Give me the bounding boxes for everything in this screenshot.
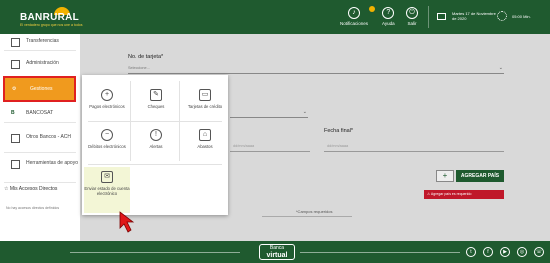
notification-badge — [369, 6, 375, 12]
facebook-icon[interactable]: f — [483, 247, 493, 257]
help-label: Ayuda — [382, 21, 395, 26]
chevron-down-icon: ⌄ — [302, 109, 307, 115]
fecha-final-label: Fecha final* — [324, 128, 354, 134]
accesos-directos-title[interactable]: ☆ Mis Accesos Directos — [4, 186, 57, 192]
menu-item-debitos-electronicos[interactable]: − Débitos electrónicos — [84, 129, 130, 149]
sidebar-item-administracion[interactable]: Administración — [0, 56, 80, 76]
menu-item-cheques[interactable]: ✎ Cheques — [133, 89, 179, 109]
divider — [88, 121, 222, 122]
instagram-icon[interactable]: ◎ — [517, 247, 527, 257]
accesos-label: Mis Accesos Directos — [9, 186, 58, 192]
session-timer: 05:00 Min. — [512, 14, 531, 19]
sidebar-item-label: Transferencias — [26, 38, 59, 44]
whatsapp-icon[interactable]: ☏ — [534, 247, 544, 257]
menu-item-label: Abastos — [197, 144, 213, 149]
header-divider — [428, 6, 429, 28]
brand-name: BANRURAL — [20, 12, 80, 23]
session-timer-icon — [497, 11, 507, 21]
menu-item-label: Alertas — [149, 144, 163, 149]
fecha-final-input[interactable]: dd/mm/aaaa — [324, 142, 504, 152]
divider — [300, 252, 460, 253]
youtube-icon[interactable]: ▶ — [500, 247, 510, 257]
coin-minus-icon: − — [101, 129, 113, 141]
virtual-main: virtual — [266, 252, 288, 259]
menu-item-pagos-electronicos[interactable]: + Pagos electrónicos — [84, 89, 130, 109]
menu-item-tarjetas-credito[interactable]: ▭ Tarjetas de crédito — [182, 89, 228, 109]
type-select[interactable]: ⌄ — [230, 108, 308, 118]
gestiones-icon: ⚙ — [12, 86, 17, 92]
tools-icon — [11, 160, 20, 169]
credit-card-icon: ▭ — [199, 89, 211, 101]
sidebar-item-label: Otros Bancos - ACH — [26, 134, 72, 140]
bell-icon: ♪ — [348, 6, 375, 19]
chevron-down-icon: ⌄ — [498, 65, 503, 71]
divider — [4, 152, 76, 153]
question-icon: ? — [382, 7, 395, 19]
add-country-button[interactable]: AGREGAR PAÍS — [456, 170, 504, 182]
logout-label: Salir — [407, 21, 417, 26]
banrural-logo[interactable]: BANRURAL El verdadero grupo que nos une … — [6, 6, 82, 30]
divider — [4, 182, 76, 183]
sidebar-item-otros-bancos[interactable]: Otros Bancos - ACH — [0, 130, 80, 150]
menu-item-label: Enviar estado de cuenta electrónico — [84, 186, 130, 196]
card-number-label: No. de tarjeta* — [128, 54, 164, 60]
sidebar-item-herramientas[interactable]: Herramientas de apoyo — [0, 156, 80, 176]
monitor-icon — [437, 13, 446, 20]
add-country-plus-button[interactable]: + — [436, 170, 454, 182]
help-button[interactable]: ? Ayuda — [382, 7, 395, 26]
check-pen-icon: ✎ — [150, 89, 162, 101]
sidebar-item-label: Administración — [26, 60, 59, 66]
menu-item-enviar-estado-cuenta[interactable]: ✉ Enviar estado de cuenta electrónico — [84, 171, 130, 196]
sidebar-item-label: BANCOSAT — [26, 110, 54, 116]
sidebar-item-gestiones[interactable]: ⚙ Gestiones — [3, 76, 76, 102]
divider — [262, 216, 352, 217]
bank-icon — [11, 134, 20, 143]
accesos-note: No hay accesos directos definidos — [6, 206, 60, 210]
sidebar-item-bancosat[interactable]: B BANCOSAT — [0, 106, 80, 126]
menu-item-abastos[interactable]: ⌂ Abastos — [182, 129, 228, 149]
fecha-final-placeholder: dd/mm/aaaa — [327, 144, 349, 148]
sidebar-item-label: Herramientas de apoyo — [26, 160, 78, 166]
logout-button[interactable]: ⏻ Salir — [406, 7, 418, 26]
menu-item-label: Cheques — [147, 104, 165, 109]
transfer-icon — [11, 38, 20, 47]
sidebar: Transferencias Administración B BANCOSAT… — [0, 34, 80, 241]
sidebar-item-transferencias[interactable]: Transferencias — [0, 34, 80, 54]
card-select-placeholder: Seleccione... — [128, 66, 150, 70]
divider — [70, 252, 240, 253]
pointer-arrow-icon — [119, 211, 135, 233]
fecha-inicio-placeholder: dd/mm/aaaa — [233, 144, 255, 148]
notifications-button[interactable]: ♪ Notificaciones — [340, 6, 375, 26]
top-header: BANRURAL El verdadero grupo que nos une … — [0, 0, 550, 34]
divider — [4, 50, 76, 51]
notifications-label: Notificaciones — [340, 21, 369, 26]
fecha-inicio-input[interactable]: dd/mm/aaaa — [230, 142, 310, 152]
current-date: Martes 17 de Noviembre de 2020 — [452, 11, 496, 21]
bancosat-logo-icon: B — [11, 110, 15, 116]
menu-item-label: Tarjetas de crédito — [187, 104, 223, 109]
mail-icon: ✉ — [101, 171, 113, 183]
menu-item-label: Débitos electrónicos — [88, 144, 126, 149]
alert-icon: ! — [150, 129, 162, 141]
coin-plus-icon: + — [101, 89, 113, 101]
error-message: ⚠ Agregar país es requerido — [424, 190, 504, 199]
error-text: Agregar país es requerido — [430, 192, 472, 196]
power-icon: ⏻ — [406, 7, 418, 19]
banca-virtual-logo: Banca virtual — [259, 244, 295, 260]
virtual-top: Banca — [269, 245, 285, 251]
store-icon: ⌂ — [199, 129, 211, 141]
divider — [4, 122, 76, 123]
twitter-icon[interactable]: t — [466, 247, 476, 257]
sidebar-item-label: Gestiones — [30, 86, 53, 92]
required-note: *Campos requeridos — [296, 209, 333, 214]
admin-icon — [11, 60, 20, 69]
menu-item-alertas[interactable]: ! Alertas — [133, 129, 179, 149]
menu-item-label: Pagos electrónicos — [89, 104, 125, 109]
card-number-select[interactable]: Seleccione... ⌄ — [128, 64, 504, 74]
gestiones-popup-menu: + Pagos electrónicos ✎ Cheques ▭ Tarjeta… — [82, 75, 228, 215]
brand-tagline: El verdadero grupo que nos une a todos — [20, 23, 83, 27]
divider — [88, 164, 222, 165]
footer: Banca virtual t f ▶ ◎ ☏ — [0, 241, 550, 263]
